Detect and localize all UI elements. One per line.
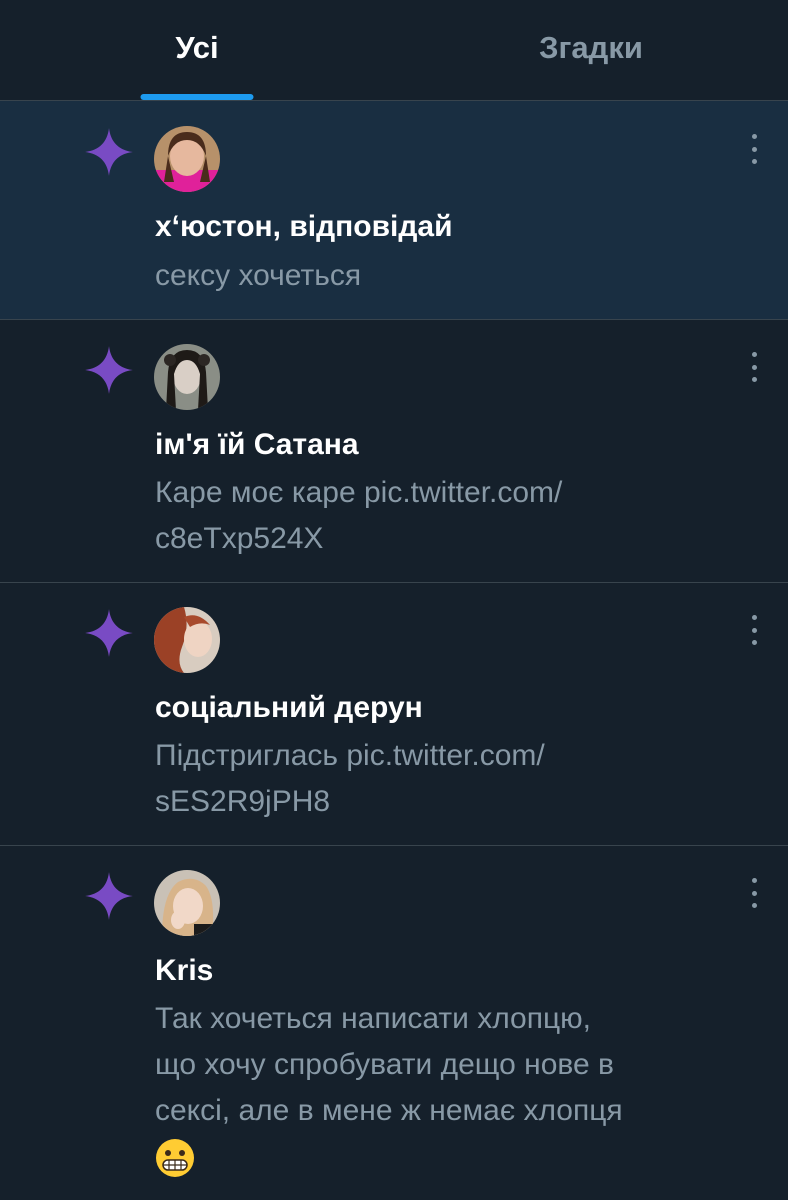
- more-options-icon[interactable]: [744, 615, 764, 645]
- notification-text: Каре моє каре pic.twitter.com/ c8eTxp524…: [155, 470, 708, 562]
- notification-text-line: Каре моє каре pic.twitter.com/: [155, 476, 563, 509]
- notification-name[interactable]: ім'я їй Сатана: [155, 428, 359, 462]
- notification-emoji-line: [155, 1134, 708, 1180]
- notification-text-line: що хочу спробувати дещо нове в: [155, 1048, 614, 1081]
- avatar[interactable]: [154, 607, 220, 673]
- notification-name[interactable]: х‘юстон, відповідай: [155, 210, 453, 244]
- notification-text-line: sES2R9jPH8: [155, 785, 331, 818]
- more-options-icon[interactable]: [744, 878, 764, 908]
- more-options-icon[interactable]: [744, 352, 764, 382]
- notification-item[interactable]: Kris Так хочеться написати хлопцю, що хо…: [0, 846, 788, 1200]
- avatar[interactable]: [154, 870, 220, 936]
- notification-text: сексу хочеться: [155, 259, 362, 292]
- notification-text: Підстриглась pic.twitter.com/ sES2R9jPH8: [155, 733, 708, 825]
- notification-text-line: сексі, але в мене ж немає хлопця: [155, 1094, 623, 1127]
- notification-name[interactable]: соціальний дерун: [155, 691, 423, 725]
- sparkle-icon: [85, 346, 133, 394]
- notification-item[interactable]: х‘юстон, відповідай сексу хочеться: [0, 101, 788, 320]
- notification-name[interactable]: Kris: [155, 954, 213, 988]
- more-options-icon[interactable]: [744, 134, 764, 164]
- tab-all[interactable]: Усі: [0, 0, 394, 100]
- notification-item[interactable]: соціальний дерун Підстриглась pic.twitte…: [0, 583, 788, 846]
- active-tab-indicator: [140, 94, 254, 100]
- notification-text: Так хочеться написати хлопцю, що хочу сп…: [155, 996, 708, 1180]
- tab-all-label: Усі: [175, 30, 219, 65]
- tab-mentions-label: Згадки: [539, 30, 643, 65]
- notification-item[interactable]: ім'я їй Сатана Каре моє каре pic.twitter…: [0, 320, 788, 583]
- notification-text-line: c8eTxp524X: [155, 522, 324, 555]
- notification-text-line: Підстриглась pic.twitter.com/: [155, 739, 545, 772]
- avatar[interactable]: [154, 126, 220, 192]
- sparkle-icon: [85, 128, 133, 176]
- grimacing-face-emoji: [156, 1139, 194, 1178]
- sparkle-icon: [85, 609, 133, 657]
- tab-mentions[interactable]: Згадки: [394, 0, 788, 100]
- notification-tabs: Усі Згадки: [0, 0, 788, 101]
- notification-text-line: Так хочеться написати хлопцю,: [155, 1002, 591, 1035]
- avatar[interactable]: [154, 344, 220, 410]
- sparkle-icon: [85, 872, 133, 920]
